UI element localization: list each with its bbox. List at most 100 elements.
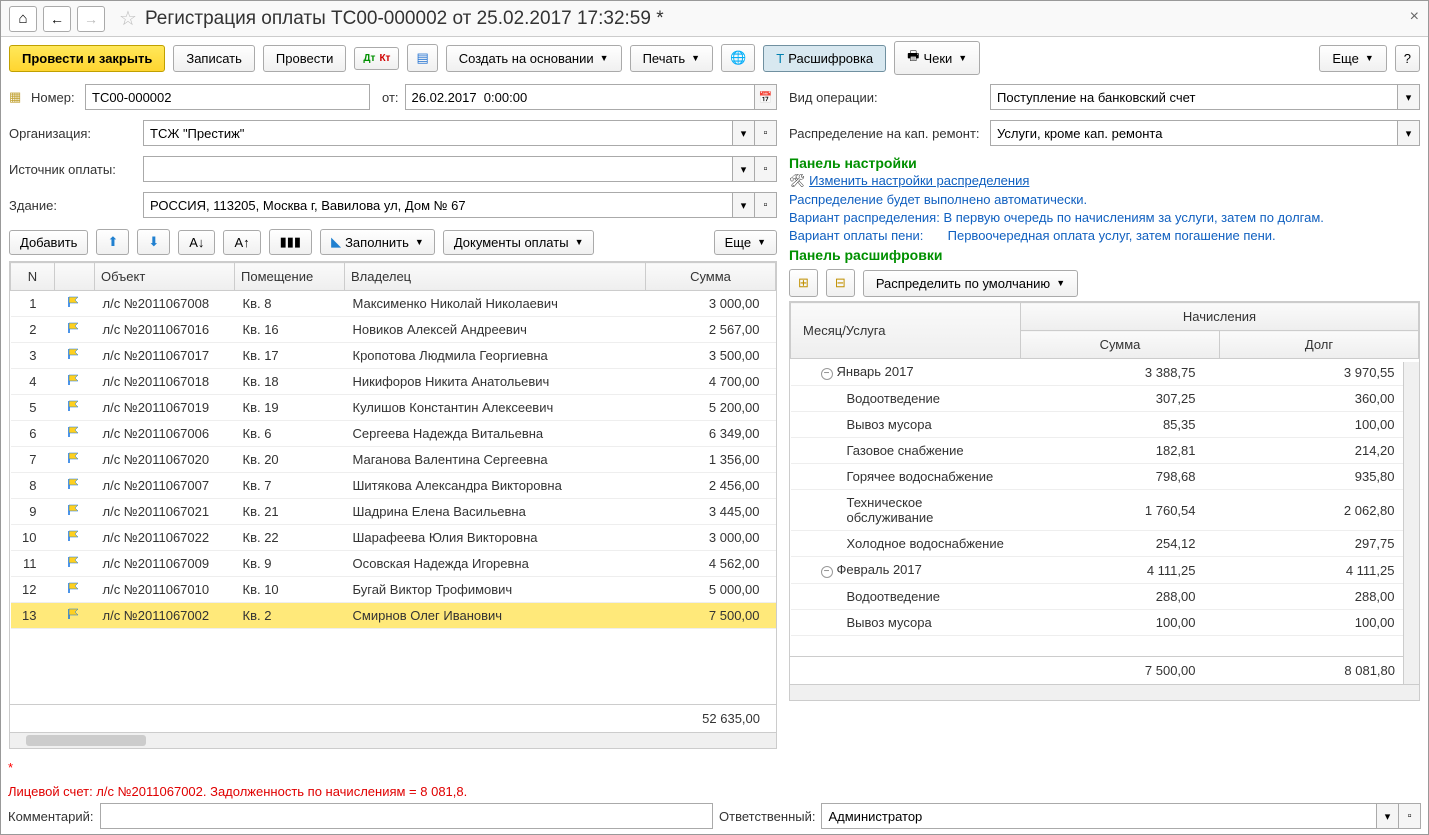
fill-button[interactable]: ◣ Заполнить▼	[320, 229, 435, 255]
sort-asc-icon[interactable]: A↓	[178, 230, 215, 255]
accounts-table[interactable]: N Объект Помещение Владелец Сумма 1л/с №…	[9, 261, 777, 749]
document-icon[interactable]: ▤	[407, 44, 437, 72]
collapse-all-icon[interactable]: ⊟	[826, 269, 855, 297]
decode-button[interactable]: T Расшифровка	[763, 45, 886, 72]
org-open-icon[interactable]: ▫	[755, 120, 777, 146]
detail-row[interactable]: −Февраль 20174 111,254 111,25	[791, 557, 1419, 584]
table-row[interactable]: 3л/с №2011067017Кв. 17Кропотова Людмила …	[11, 343, 776, 369]
calendar-icon[interactable]: 📅	[755, 84, 777, 110]
building-open-icon[interactable]: ▫	[755, 192, 777, 218]
table-row[interactable]: 9л/с №2011067021Кв. 21Шадрина Елена Васи…	[11, 499, 776, 525]
resp-input[interactable]	[821, 803, 1377, 829]
status-text: Лицевой счет: л/с №2011067002. Задолженн…	[8, 784, 467, 799]
table-row[interactable]: 12л/с №2011067010Кв. 10Бугай Виктор Троф…	[11, 577, 776, 603]
col-sum[interactable]: Сумма	[646, 263, 776, 291]
detail-row[interactable]: Водоотведение307,25360,00	[791, 386, 1419, 412]
table-row[interactable]: 8л/с №2011067007Кв. 7Шитякова Александра…	[11, 473, 776, 499]
col-room[interactable]: Помещение	[235, 263, 345, 291]
rcol-debt[interactable]: Долг	[1220, 331, 1419, 359]
from-label: от:	[382, 90, 399, 105]
expand-all-icon[interactable]: ⊞	[789, 269, 818, 297]
table-row[interactable]: 13л/с №2011067002Кв. 2Смирнов Олег Ивано…	[11, 603, 776, 629]
detail-row[interactable]: Водоотведение288,00288,00	[791, 584, 1419, 610]
col-flag[interactable]	[55, 263, 95, 291]
change-settings-link[interactable]: Изменить настройки распределения	[809, 173, 1029, 188]
table-more-button[interactable]: Еще▼	[714, 230, 777, 255]
kap-dropdown-icon[interactable]: ▾	[1398, 120, 1420, 146]
move-down-icon[interactable]: ⬇	[137, 229, 170, 255]
table-row[interactable]: 6л/с №2011067006Кв. 6Сергеева Надежда Ви…	[11, 421, 776, 447]
table-row[interactable]: 4л/с №2011067018Кв. 18Никифоров Никита А…	[11, 369, 776, 395]
home-button[interactable]: ⌂	[9, 6, 37, 32]
flag-icon	[55, 317, 95, 343]
table-row[interactable]: 5л/с №2011067019Кв. 19Кулишов Константин…	[11, 395, 776, 421]
details-table[interactable]: Месяц/Услуга Начисления Сумма Долг −Янва…	[789, 301, 1420, 701]
create-based-button[interactable]: Создать на основании▼	[446, 45, 622, 72]
save-button[interactable]: Записать	[173, 45, 255, 72]
optype-dropdown-icon[interactable]: ▾	[1398, 84, 1420, 110]
more-button[interactable]: Еще▼	[1319, 45, 1386, 72]
number-input[interactable]	[85, 84, 370, 110]
forward-button[interactable]: →	[77, 6, 105, 32]
rcol-month[interactable]: Месяц/Услуга	[791, 303, 1021, 359]
tools-icon: 🛠	[789, 173, 806, 188]
paysource-input[interactable]	[143, 156, 733, 182]
post-button[interactable]: Провести	[263, 45, 347, 72]
date-input[interactable]	[405, 84, 755, 110]
detail-row[interactable]: Газовое снабжение182,81214,20	[791, 438, 1419, 464]
detail-row[interactable]: Горячее водоснабжение798,68935,80	[791, 464, 1419, 490]
back-button[interactable]: ←	[43, 6, 71, 32]
distribute-default-button[interactable]: Распределить по умолчанию▼	[863, 270, 1078, 297]
col-owner[interactable]: Владелец	[345, 263, 646, 291]
add-row-button[interactable]: Добавить	[9, 230, 88, 255]
paysource-open-icon[interactable]: ▫	[755, 156, 777, 182]
close-icon[interactable]: ×	[1410, 8, 1419, 26]
paysource-dropdown-icon[interactable]: ▾	[733, 156, 755, 182]
org-dropdown-icon[interactable]: ▾	[733, 120, 755, 146]
flag-icon	[55, 369, 95, 395]
v-scrollbar[interactable]	[1403, 362, 1419, 684]
print-button[interactable]: Печать▼	[630, 45, 714, 72]
table-row[interactable]: 11л/с №2011067009Кв. 9Осовская Надежда И…	[11, 551, 776, 577]
detail-row[interactable]: Холодное водоснабжение254,12297,75	[791, 531, 1419, 557]
col-object[interactable]: Объект	[95, 263, 235, 291]
building-input[interactable]	[143, 192, 733, 218]
detail-row[interactable]: Вывоз мусора100,00100,00	[791, 610, 1419, 636]
post-and-close-button[interactable]: Провести и закрыть	[9, 45, 165, 72]
h-scrollbar-right[interactable]	[790, 684, 1419, 700]
checks-button[interactable]: 🖶 Чеки▼	[894, 41, 980, 75]
settings-heading: Панель настройки	[789, 155, 1420, 171]
table-row[interactable]: 10л/с №2011067022Кв. 22Шарафеева Юлия Ви…	[11, 525, 776, 551]
col-n[interactable]: N	[11, 263, 55, 291]
org-input[interactable]	[143, 120, 733, 146]
detail-row[interactable]: Техническое обслуживание1 760,542 062,80	[791, 490, 1419, 531]
resp-open-icon[interactable]: ▫	[1399, 803, 1421, 829]
table-row[interactable]: 1л/с №2011067008Кв. 8Максименко Николай …	[11, 291, 776, 317]
auto-text: Распределение будет выполнено автоматиче…	[789, 192, 1420, 207]
globe-icon[interactable]: 🌐	[721, 44, 755, 72]
table-row[interactable]: 7л/с №2011067020Кв. 20Маганова Валентина…	[11, 447, 776, 473]
flag-icon	[55, 291, 95, 317]
required-asterisk: *	[8, 760, 13, 775]
resp-dropdown-icon[interactable]: ▾	[1377, 803, 1399, 829]
collapse-icon[interactable]: −	[821, 566, 833, 578]
kap-input[interactable]	[990, 120, 1398, 146]
detail-row[interactable]: −Январь 20173 388,753 970,55	[791, 359, 1419, 386]
detail-row[interactable]: Вывоз мусора85,35100,00	[791, 412, 1419, 438]
resp-label: Ответственный:	[719, 809, 815, 824]
optype-input[interactable]	[990, 84, 1398, 110]
favorite-icon[interactable]: ☆	[119, 6, 137, 31]
comment-input[interactable]	[100, 803, 714, 829]
rcol-sum[interactable]: Сумма	[1021, 331, 1220, 359]
h-scrollbar[interactable]	[10, 732, 776, 748]
dtkt-icon[interactable]: ДтКт	[354, 47, 399, 70]
help-button[interactable]: ?	[1395, 45, 1420, 72]
barcode-icon[interactable]: ▮▮▮	[269, 229, 312, 255]
paydocs-button[interactable]: Документы оплаты▼	[443, 230, 595, 255]
move-up-icon[interactable]: ⬆	[96, 229, 129, 255]
building-dropdown-icon[interactable]: ▾	[733, 192, 755, 218]
table-row[interactable]: 2л/с №2011067016Кв. 16Новиков Алексей Ан…	[11, 317, 776, 343]
rcol-charges[interactable]: Начисления	[1021, 303, 1419, 331]
collapse-icon[interactable]: −	[821, 368, 833, 380]
sort-desc-icon[interactable]: A↑	[223, 230, 260, 255]
